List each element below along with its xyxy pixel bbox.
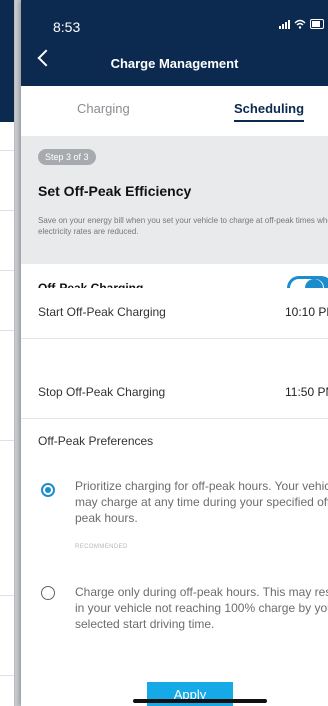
background-divider — [0, 595, 14, 596]
background-divider — [0, 210, 14, 211]
radio-charge-only[interactable] — [41, 586, 55, 600]
status-icons — [279, 19, 324, 29]
step-title: Set Off-Peak Efficiency — [38, 183, 192, 199]
start-off-peak-label: Start Off-Peak Charging — [38, 305, 166, 319]
radio-prioritize[interactable] — [41, 483, 55, 497]
tab-bar: Charging Scheduling — [21, 86, 328, 136]
option-charge-only-text: Charge only during off-peak hours. This … — [75, 585, 328, 631]
background-divider — [0, 330, 14, 331]
status-time: 8:53 — [53, 19, 81, 35]
tab-charging[interactable]: Charging — [77, 101, 130, 116]
background-divider — [0, 440, 14, 441]
background-divider — [0, 150, 14, 151]
wifi-icon — [294, 19, 306, 29]
stop-off-peak-row[interactable]: Stop Off-Peak Charging 11:50 PM — [21, 368, 328, 419]
start-off-peak-time[interactable]: 10:10 PM — [285, 305, 328, 319]
background-divider — [0, 270, 14, 271]
step-description: Save on your energy bill when you set yo… — [38, 216, 328, 236]
recommended-tag: RECOMMENDED — [75, 544, 128, 550]
stop-off-peak-time[interactable]: 11:50 PM — [285, 385, 328, 399]
off-peak-preferences-label: Off-Peak Preferences — [38, 434, 154, 448]
start-off-peak-row[interactable]: Start Off-Peak Charging 10:10 PM — [21, 288, 328, 339]
battery-icon — [310, 19, 324, 29]
step-section: Step 3 of 3 Set Off-Peak Efficiency Save… — [21, 136, 328, 264]
charge-management-screen: 8:53 Charge Management Charging Scheduli… — [21, 0, 328, 706]
option-prioritize-text: Prioritize charging for off-peak hours. … — [75, 479, 328, 525]
home-indicator — [133, 699, 267, 703]
stop-off-peak-label: Stop Off-Peak Charging — [38, 385, 166, 399]
app-header: 8:53 Charge Management — [21, 0, 328, 86]
page-title: Charge Management — [110, 56, 239, 71]
tab-scheduling[interactable]: Scheduling — [234, 101, 305, 122]
background-app-card — [0, 0, 15, 706]
signal-icon — [279, 19, 290, 29]
background-app-header — [0, 0, 14, 122]
background-divider — [0, 675, 14, 676]
step-badge: Step 3 of 3 — [38, 149, 96, 165]
